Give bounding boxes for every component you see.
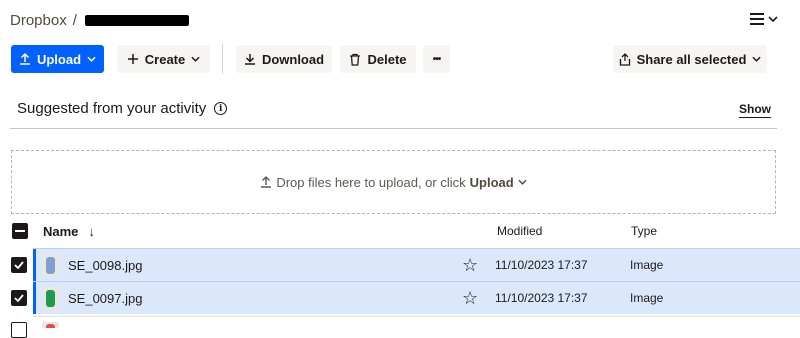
more-icon: ••• (432, 53, 441, 65)
trash-icon (350, 53, 361, 66)
selection-indicator (33, 282, 36, 314)
image-thumbnail-icon (46, 290, 55, 307)
checkmark-icon (14, 294, 24, 302)
type-column-header[interactable]: Type (631, 224, 657, 238)
image-thumbnail-icon (46, 257, 55, 274)
share-icon (619, 52, 630, 66)
file-type: Image (630, 258, 664, 272)
dropzone-upload-link[interactable]: Upload (470, 175, 514, 190)
create-label: Create (144, 51, 186, 67)
info-icon[interactable]: i (214, 102, 228, 115)
checkmark-icon (14, 261, 24, 269)
file-name[interactable]: SE_0098.jpg (68, 258, 142, 273)
file-thumbnail (42, 287, 59, 310)
file-type: Image (630, 291, 664, 305)
star-icon[interactable]: ☆ (462, 255, 478, 275)
table-row[interactable]: SE_0098.jpg ☆ 11/10/2023 17:37 Image (33, 248, 800, 281)
selection-indicator (33, 249, 36, 281)
chevron-down-icon (87, 56, 96, 62)
chevron-down-icon (518, 179, 527, 185)
toolbar-divider (222, 44, 223, 74)
download-icon (244, 54, 255, 65)
view-options-button[interactable] (750, 13, 778, 25)
upload-label: Upload (36, 51, 82, 67)
upload-drop-zone[interactable]: Drop files here to upload, or click Uplo… (11, 150, 776, 214)
row-checkbox[interactable] (11, 290, 27, 306)
minus-icon (15, 230, 25, 232)
sort-arrow-icon: ↓ (88, 224, 95, 239)
upload-icon (19, 53, 30, 65)
name-column-header[interactable]: Name ↓ (43, 224, 95, 239)
download-button[interactable]: Download (236, 45, 332, 73)
chevron-down-icon (191, 56, 200, 62)
file-name[interactable]: SE_0097.jpg (68, 291, 142, 306)
show-suggested-button[interactable]: Show (739, 102, 771, 118)
file-thumbnail (42, 322, 59, 328)
create-button[interactable]: Create (117, 45, 210, 73)
modified-date: 11/10/2023 17:37 (495, 291, 588, 305)
modified-date: 11/10/2023 17:37 (495, 258, 588, 272)
file-thumbnail (42, 254, 59, 277)
suggested-section-title: Suggested from your activity i (17, 100, 228, 117)
table-row[interactable]: SE_0097.jpg ☆ 11/10/2023 17:37 Image (33, 281, 800, 314)
delete-label: Delete (367, 51, 407, 67)
row-checkbox[interactable] (11, 322, 27, 338)
suggested-title: Suggested from your activity (17, 100, 207, 117)
chevron-down-icon (768, 16, 778, 22)
section-divider (10, 128, 777, 129)
image-thumbnail-icon (46, 324, 55, 328)
name-header-label: Name (43, 224, 79, 239)
dropzone-text: Drop files here to upload, or click (276, 174, 466, 190)
more-actions-button[interactable]: ••• (423, 45, 450, 73)
breadcrumb-root[interactable]: Dropbox (10, 12, 67, 29)
row-checkbox[interactable] (11, 257, 27, 273)
plus-icon (127, 54, 138, 64)
chevron-down-icon (752, 56, 762, 62)
download-label: Download (261, 51, 325, 67)
upload-button[interactable]: Upload (11, 45, 104, 73)
list-view-icon (750, 13, 764, 25)
modified-column-header[interactable]: Modified (497, 224, 542, 238)
breadcrumb-separator: / (72, 12, 77, 29)
share-all-label: Share all selected (636, 51, 747, 67)
breadcrumb: Dropbox / (10, 12, 189, 29)
star-icon[interactable]: ☆ (462, 288, 478, 308)
delete-button[interactable]: Delete (340, 45, 416, 73)
redacted-folder-name (84, 15, 189, 26)
select-all-checkbox[interactable] (12, 223, 28, 239)
upload-icon (261, 176, 272, 188)
share-all-selected-button[interactable]: Share all selected (613, 45, 767, 73)
table-row[interactable] (33, 316, 800, 328)
